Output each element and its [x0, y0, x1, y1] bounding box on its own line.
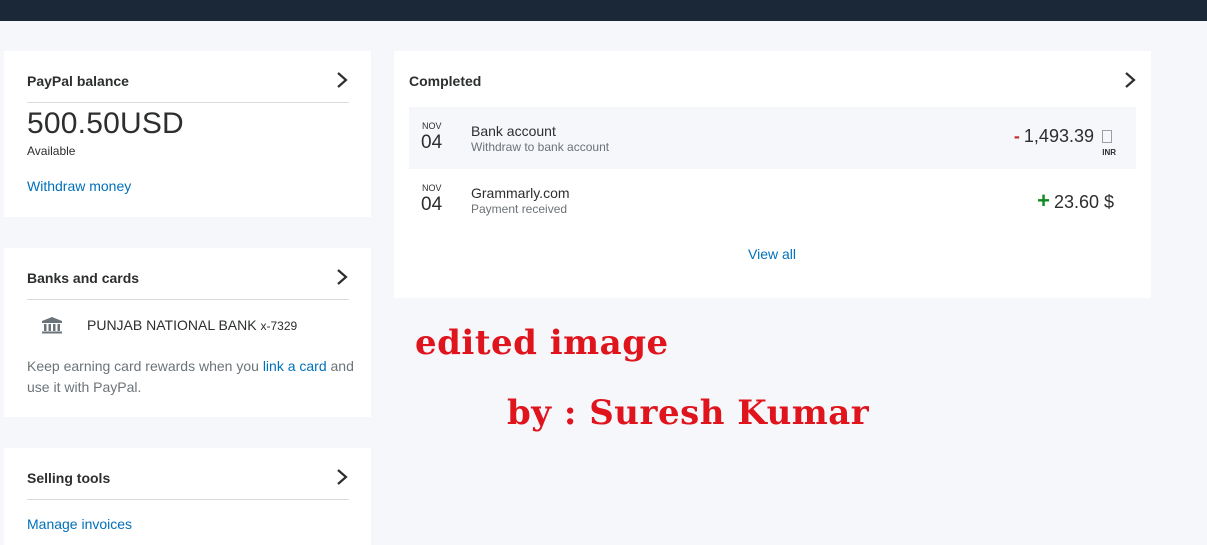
watermark-line-2: by : Suresh Kumar: [507, 393, 870, 433]
transaction-amount: -1,493.39: [1014, 126, 1094, 147]
selling-tools-title: Selling tools: [27, 470, 111, 486]
missing-glyph-icon: [1102, 130, 1112, 143]
withdraw-money-link[interactable]: Withdraw money: [27, 178, 131, 194]
transaction-day: 04: [421, 132, 443, 153]
transaction-subtitle: Payment received: [471, 202, 568, 216]
plus-sign: +: [1037, 188, 1050, 213]
watermark-line-1: edited image: [415, 323, 669, 363]
balance-amount: 500.50USD: [27, 107, 184, 140]
banks-card-header[interactable]: Banks and cards: [27, 268, 349, 300]
chevron-right-icon[interactable]: [335, 268, 349, 286]
chevron-right-icon[interactable]: [335, 71, 349, 89]
top-navigation-bar: [0, 0, 1207, 21]
card-rewards-text: Keep earning card rewards when you: [27, 358, 263, 374]
transaction-amount-value: 23.60 $: [1053, 192, 1114, 212]
transaction-amount-value: 1,493.39: [1023, 126, 1094, 146]
bank-icon: [41, 316, 63, 334]
banks-card-title: Banks and cards: [27, 270, 140, 286]
transaction-month: NOV: [422, 121, 442, 131]
balance-card-header[interactable]: PayPal balance: [27, 71, 349, 103]
transaction-amount: +23.60 $: [1037, 188, 1114, 214]
activity-card-header[interactable]: Completed: [409, 71, 1137, 95]
selling-tools-header[interactable]: Selling tools: [27, 468, 349, 500]
minus-sign: -: [1013, 126, 1020, 146]
transaction-month: NOV: [422, 183, 442, 193]
bank-account-number: x-7329: [260, 319, 298, 333]
transaction-title: Bank account: [471, 123, 556, 139]
transaction-subtitle: Withdraw to bank account: [471, 140, 610, 154]
view-all-link[interactable]: View all: [748, 246, 796, 262]
balance-available-label: Available: [27, 144, 76, 158]
chevron-right-icon[interactable]: [1123, 71, 1137, 89]
transaction-row[interactable]: NOV 04 Bank account Withdraw to bank acc…: [409, 107, 1136, 169]
chevron-right-icon[interactable]: [335, 468, 349, 486]
manage-invoices-link[interactable]: Manage invoices: [27, 516, 132, 532]
balance-card-title: PayPal balance: [27, 73, 129, 89]
link-a-card-link[interactable]: link a card: [263, 358, 327, 374]
transaction-day: 04: [421, 194, 443, 215]
transaction-currency: INR: [1102, 148, 1116, 157]
activity-title: Completed: [409, 73, 482, 89]
bank-name: PUNJAB NATIONAL BANK: [87, 317, 257, 333]
transaction-row[interactable]: NOV 04 Grammarly.com Payment received +2…: [409, 169, 1136, 231]
bank-account-item[interactable]: PUNJAB NATIONAL BANK x-7329: [87, 317, 297, 333]
card-rewards-note: Keep earning card rewards when you link …: [27, 356, 357, 398]
transaction-title: Grammarly.com: [471, 185, 570, 201]
